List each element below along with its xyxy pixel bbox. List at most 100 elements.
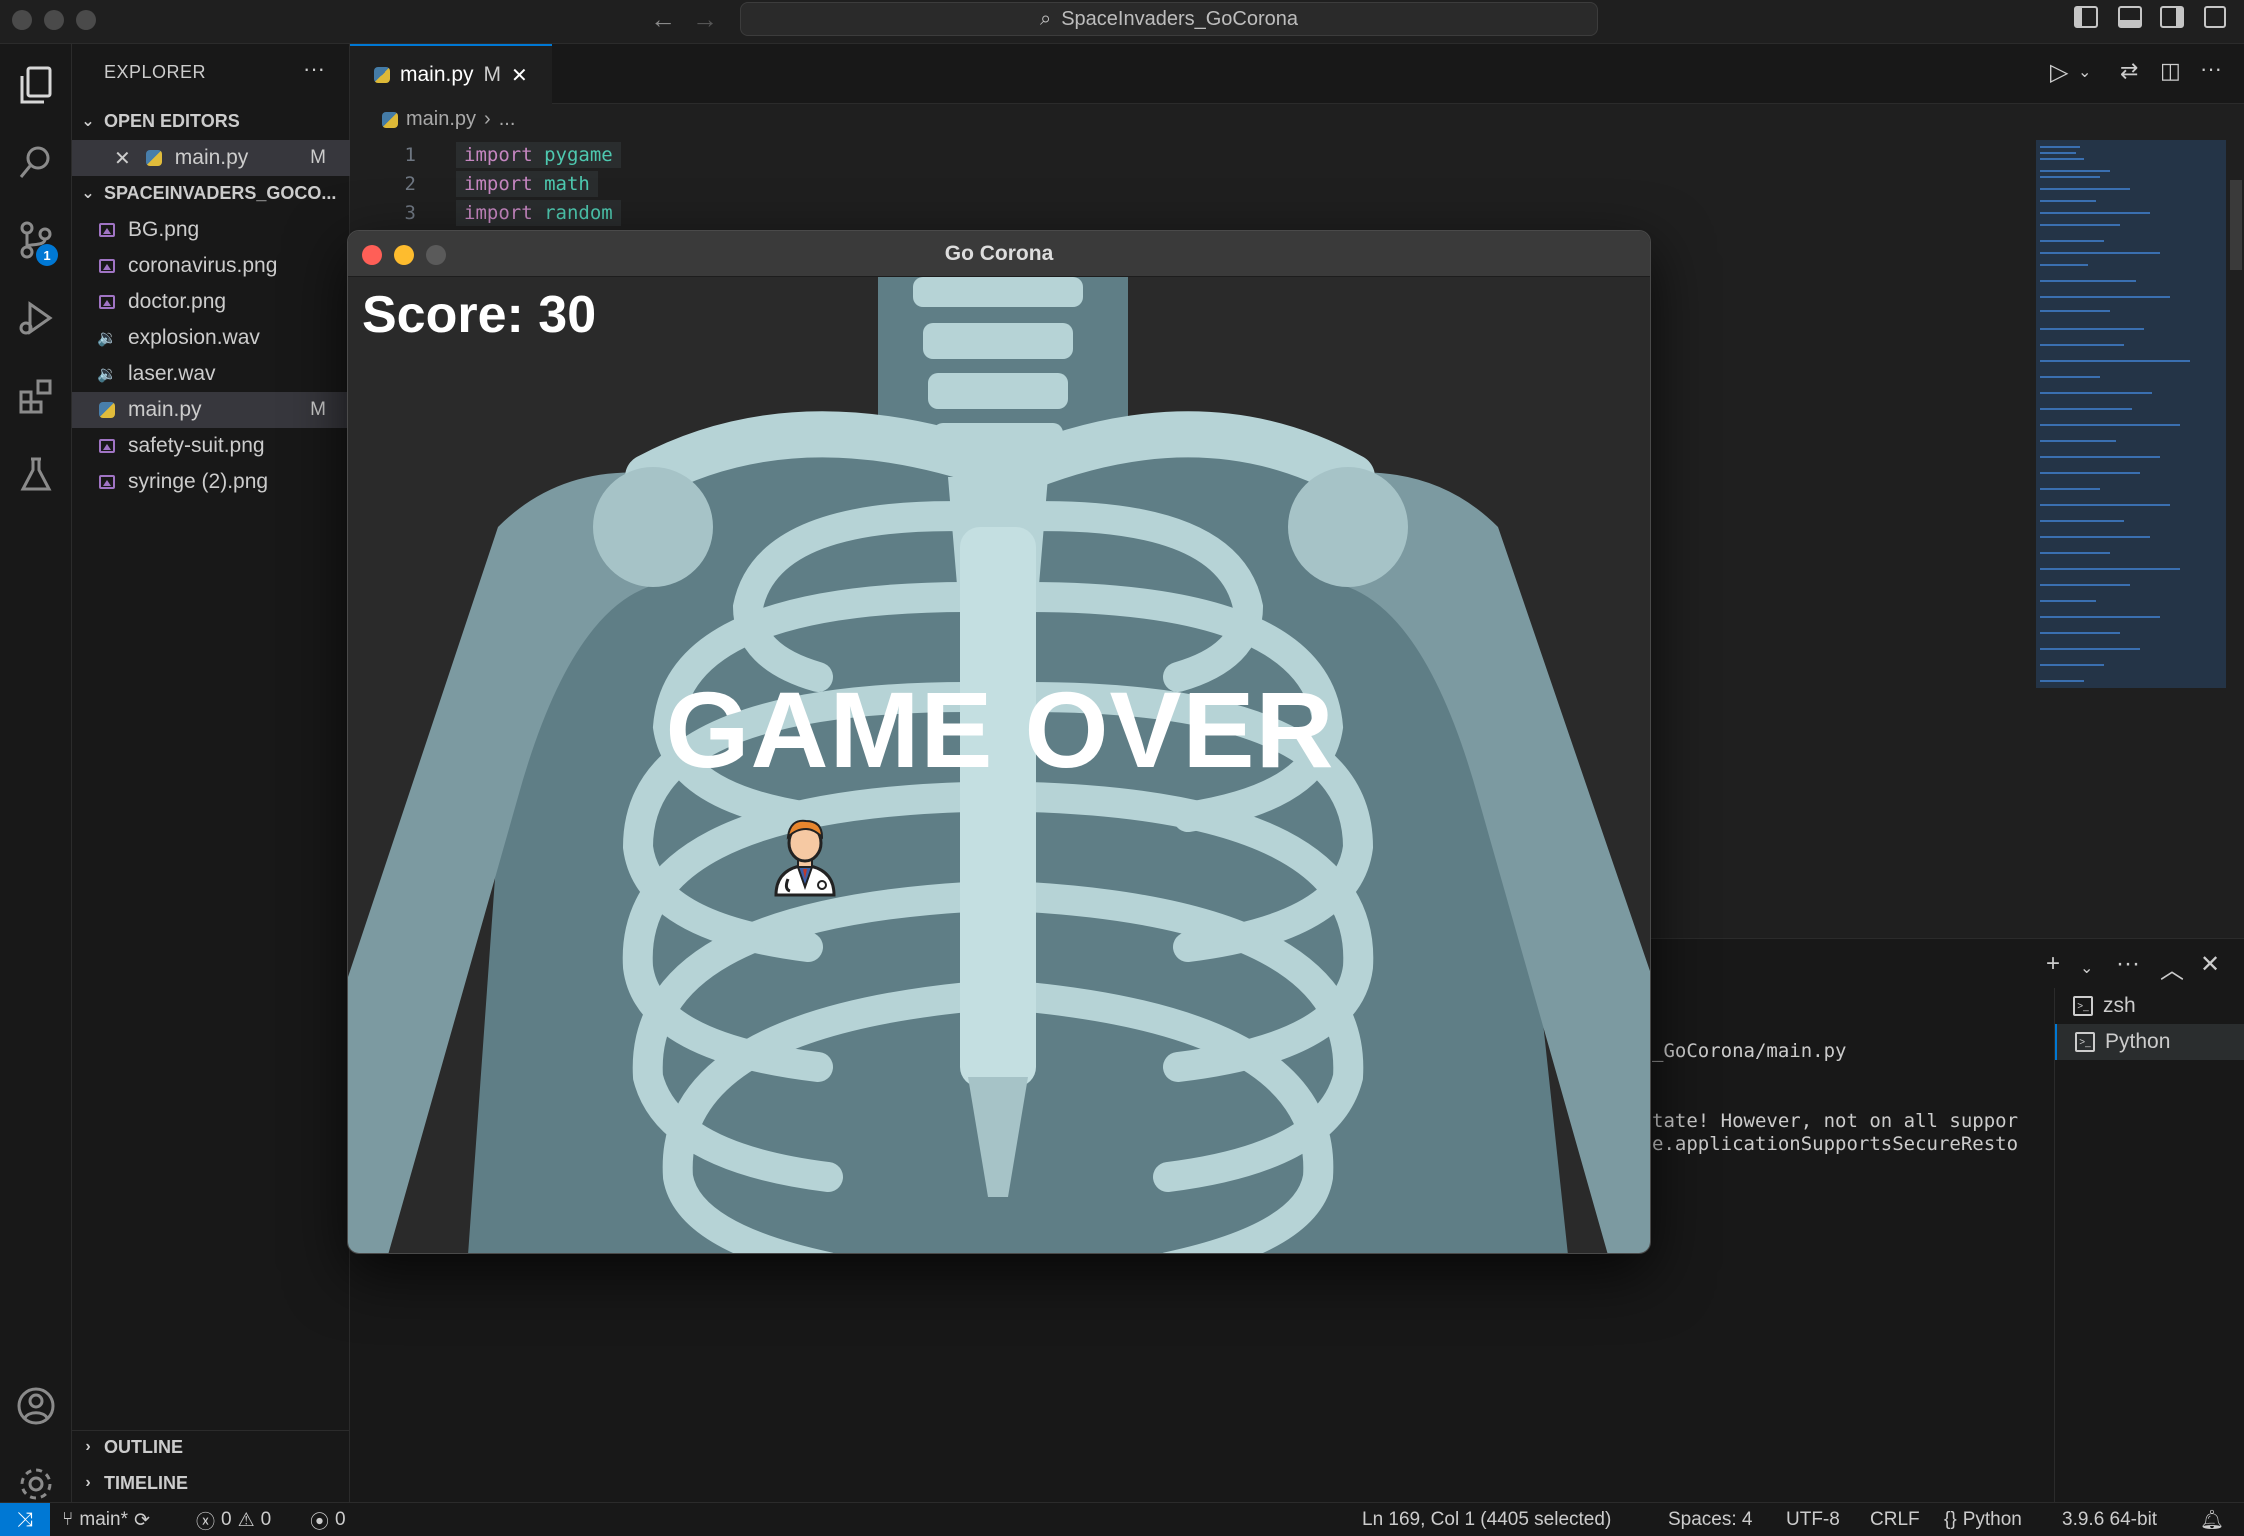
encoding[interactable]: UTF-8 — [1786, 1503, 1840, 1536]
language-mode[interactable]: {} Python — [1944, 1503, 2022, 1536]
terminal-session-zsh[interactable]: >_ zsh — [2055, 988, 2244, 1024]
split-editor-icon[interactable]: ◫ — [2160, 58, 2181, 84]
search-icon[interactable] — [14, 140, 58, 184]
code-line[interactable]: 2 import math — [350, 169, 1350, 199]
customize-layout-icon[interactable] — [2204, 6, 2226, 28]
run-debug-icon[interactable] — [14, 296, 58, 340]
chevron-down-icon: ⌄ — [81, 113, 95, 130]
file-item-bg[interactable]: BG.png — [72, 212, 350, 248]
outline-label: OUTLINE — [104, 1436, 183, 1457]
terminal-icon: >_ — [2073, 996, 2093, 1016]
more-actions-icon[interactable]: ··· — [2116, 950, 2140, 978]
python-file-icon — [374, 67, 390, 83]
toggle-secondary-sidebar-icon[interactable] — [2160, 6, 2184, 28]
timeline-label: TIMELINE — [104, 1472, 188, 1493]
warning-count: 0 — [260, 1509, 272, 1530]
search-icon: ⌕ — [1039, 7, 1052, 30]
branch-indicator[interactable]: ⑂ main* ⟳ — [62, 1503, 150, 1536]
open-editors-header[interactable]: ⌄ OPEN EDITORS — [72, 104, 350, 138]
chevron-down-icon: ⌄ — [81, 185, 95, 202]
outline-header[interactable]: › OUTLINE — [72, 1430, 350, 1464]
problems-indicator[interactable]: ⓧ 0 ⚠ 0 — [196, 1503, 271, 1536]
tab-main-py[interactable]: main.py M ✕ — [350, 44, 552, 104]
line-endings[interactable]: CRLF — [1870, 1503, 1920, 1536]
minimap[interactable] — [2036, 140, 2226, 688]
window-close-dot[interactable] — [12, 10, 32, 30]
python-interpreter[interactable]: 3.9.6 64-bit — [2062, 1503, 2157, 1536]
close-icon[interactable]: ✕ — [511, 63, 528, 88]
code-line[interactable]: 3 import random — [350, 198, 1350, 228]
cursor-position[interactable]: Ln 169, Col 1 (4405 selected) — [1362, 1503, 1611, 1536]
more-actions-icon[interactable]: ··· — [303, 56, 325, 82]
file-item-coronavirus[interactable]: coronavirus.png — [72, 248, 350, 284]
project-folder-header[interactable]: ⌄ SPACEINVADERS_GOCO... — [72, 176, 350, 210]
keyword: import — [464, 173, 533, 195]
terminal-session-python[interactable]: >_ Python — [2055, 1024, 2244, 1060]
file-item-safety-suit[interactable]: safety-suit.png — [72, 428, 350, 464]
extensions-icon[interactable] — [14, 374, 58, 418]
zoom-button[interactable] — [426, 245, 446, 265]
file-item-doctor[interactable]: doctor.png — [72, 284, 350, 320]
open-editor-item[interactable]: ✕ main.py M — [72, 140, 350, 176]
game-window-title: Go Corona — [944, 241, 1054, 265]
close-panel-icon[interactable]: ✕ — [2200, 950, 2220, 979]
forward-arrow-icon[interactable]: → — [692, 4, 718, 35]
account-icon[interactable] — [14, 1384, 58, 1428]
file-item-laser[interactable]: 🔉 laser.wav — [72, 356, 350, 392]
more-actions-icon[interactable]: ··· — [2200, 56, 2222, 82]
compare-changes-icon[interactable]: ⇄ — [2120, 58, 2138, 84]
python-file-icon — [96, 399, 118, 421]
game-title-bar: Go Corona — [348, 231, 1650, 277]
file-name: safety-suit.png — [128, 434, 265, 457]
ports-indicator[interactable]: ⦿ 0 — [310, 1503, 346, 1536]
indentation[interactable]: Spaces: 4 — [1668, 1503, 1753, 1536]
module-name: random — [544, 202, 613, 224]
explorer-icon[interactable] — [14, 64, 58, 108]
toggle-panel-icon[interactable] — [2118, 6, 2142, 28]
close-button[interactable] — [362, 245, 382, 265]
module-name: math — [544, 173, 590, 195]
run-icon[interactable]: ▷ — [2050, 58, 2068, 87]
line-number: 1 — [404, 144, 416, 166]
chevron-down-icon[interactable]: ⌄ — [2078, 62, 2091, 82]
language-name: Python — [1962, 1509, 2022, 1530]
keyword: import — [464, 144, 533, 166]
image-file-icon — [96, 219, 118, 241]
game-window: Go Corona Score: 30 GAME OVER — [347, 230, 1651, 1254]
image-file-icon — [96, 291, 118, 313]
terminal-icon: >_ — [2075, 1032, 2095, 1052]
error-icon: ⓧ — [196, 1511, 216, 1533]
python-file-icon — [143, 147, 165, 169]
new-terminal-icon[interactable]: + — [2046, 950, 2060, 978]
command-center-search[interactable]: ⌕ SpaceInvaders_GoCorona — [740, 2, 1598, 36]
remote-indicator-icon[interactable]: ⤨ — [0, 1503, 50, 1536]
file-item-explosion[interactable]: 🔉 explosion.wav — [72, 320, 350, 356]
back-arrow-icon[interactable]: ← — [650, 4, 676, 35]
settings-gear-icon[interactable] — [14, 1462, 58, 1506]
chevron-down-icon[interactable]: ⌄ — [2080, 958, 2093, 978]
window-zoom-dot[interactable] — [76, 10, 96, 30]
file-name: BG.png — [128, 218, 200, 241]
window-minimize-dot[interactable] — [44, 10, 64, 30]
timeline-header[interactable]: › TIMELINE — [72, 1466, 350, 1500]
chevron-right-icon: › — [85, 1474, 91, 1491]
game-canvas[interactable]: Score: 30 GAME OVER — [348, 277, 1650, 1253]
file-name: coronavirus.png — [128, 254, 278, 277]
chevron-right-icon: › — [484, 108, 491, 130]
breadcrumb-symbol[interactable]: ... — [499, 108, 516, 131]
testing-flask-icon[interactable] — [14, 452, 58, 496]
file-item-main[interactable]: main.py M — [72, 392, 350, 428]
image-file-icon — [96, 255, 118, 277]
notifications-bell-icon[interactable]: 🔔︎ — [2200, 1503, 2224, 1536]
maximize-panel-icon[interactable]: ︿ — [2160, 950, 2184, 985]
close-icon[interactable]: ✕ — [114, 146, 131, 171]
breadcrumb-file[interactable]: main.py — [406, 108, 476, 131]
activity-bar: 1 — [0, 44, 72, 1502]
toggle-sidebar-icon[interactable] — [2074, 6, 2098, 28]
minimize-button[interactable] — [394, 245, 414, 265]
project-folder-label: SPACEINVADERS_GOCO... — [104, 182, 337, 203]
file-item-syringe[interactable]: syringe (2).png — [72, 464, 350, 500]
audio-file-icon: 🔉 — [97, 366, 117, 383]
editor-scrollbar[interactable] — [2228, 140, 2244, 940]
code-line[interactable]: 1 import pygame — [350, 140, 1350, 170]
